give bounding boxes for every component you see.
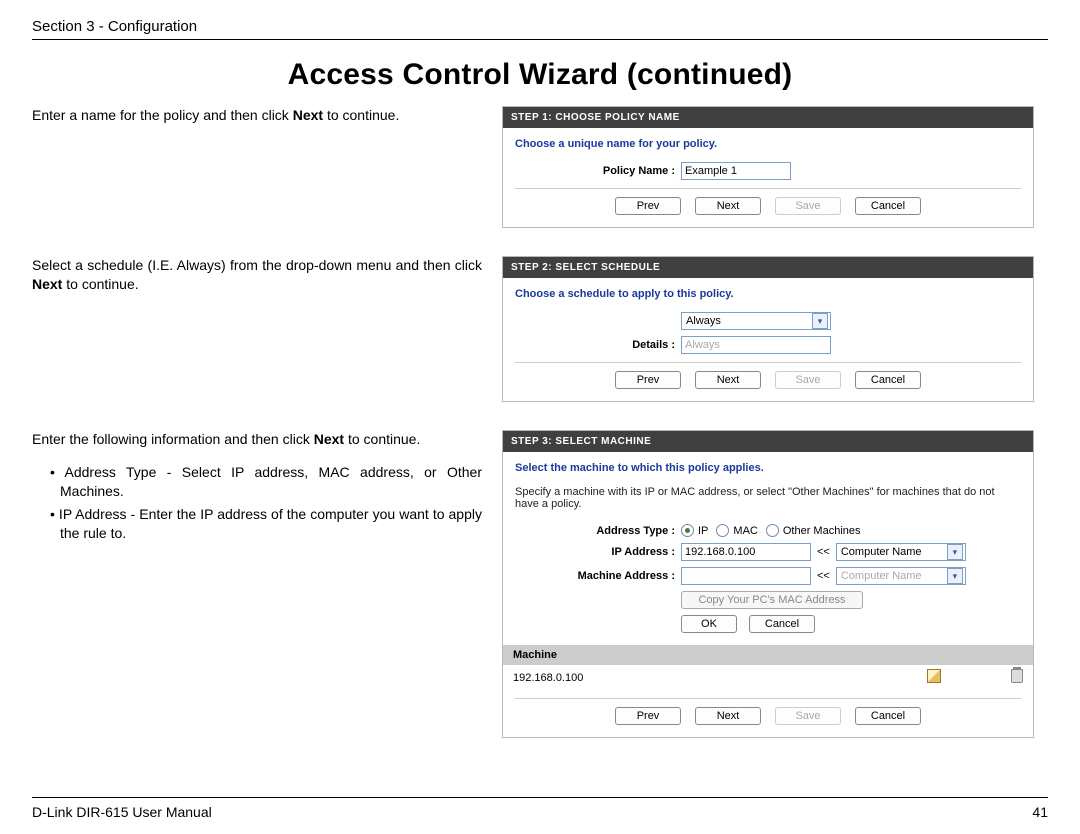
panel-prompt: Select the machine to which this policy … <box>515 462 1021 474</box>
next-button[interactable]: Next <box>695 371 761 389</box>
select-value: Computer Name <box>841 546 922 558</box>
copy-mac-button: Copy Your PC's MAC Address <box>681 591 863 609</box>
bullet-ip-address: • IP Address - Enter the IP address of t… <box>32 505 482 543</box>
row-step2: Select a schedule (I.E. Always) from the… <box>32 256 1048 402</box>
panel-header: STEP 3: SELECT MACHINE <box>503 431 1033 452</box>
radio-other[interactable]: Other Machines <box>766 524 861 537</box>
text-bold: Next <box>32 276 62 292</box>
cancel-button[interactable]: Cancel <box>855 197 921 215</box>
text-bold: Next <box>314 431 344 447</box>
table-row: 192.168.0.100 <box>503 665 1033 690</box>
panel-prompt: Choose a unique name for your policy. <box>515 138 1021 150</box>
ip-address-input[interactable] <box>681 543 811 561</box>
schedule-select[interactable]: Always ▾ <box>681 312 831 330</box>
ok-button[interactable]: OK <box>681 615 737 633</box>
row-step3: Enter the following information and then… <box>32 430 1048 738</box>
instruction-step1: Enter a name for the policy and then cli… <box>32 106 502 125</box>
panel-header: STEP 2: SELECT SCHEDULE <box>503 257 1033 278</box>
details-value <box>681 336 831 354</box>
cancel-button[interactable]: Cancel <box>855 707 921 725</box>
footer: D-Link DIR-615 User Manual 41 <box>32 797 1048 820</box>
next-button[interactable]: Next <box>695 707 761 725</box>
text-bold: Next <box>293 107 323 123</box>
machine-table-header: Machine <box>503 645 1033 665</box>
table-cell-ip: 192.168.0.100 <box>513 672 927 684</box>
panel-prompt: Choose a schedule to apply to this polic… <box>515 288 1021 300</box>
page-title: Access Control Wizard (continued) <box>32 58 1048 92</box>
trash-icon[interactable] <box>1011 669 1023 686</box>
text: to continue. <box>323 107 399 123</box>
machine-address-input <box>681 567 811 585</box>
save-button: Save <box>775 371 841 389</box>
radio-label: MAC <box>733 525 757 537</box>
prev-button[interactable]: Prev <box>615 707 681 725</box>
radio-dot-icon <box>766 524 779 537</box>
machine-address-label: Machine Address : <box>515 570 681 582</box>
panel-step1: STEP 1: CHOOSE POLICY NAME Choose a uniq… <box>502 106 1034 228</box>
radio-label: Other Machines <box>783 525 861 537</box>
footer-page-number: 41 <box>1032 804 1048 820</box>
ip-address-label: IP Address : <box>515 546 681 558</box>
radio-label: IP <box>698 525 708 537</box>
prev-button[interactable]: Prev <box>615 371 681 389</box>
radio-dot-icon <box>681 524 694 537</box>
chevron-down-icon: ▾ <box>947 544 963 560</box>
policy-name-label: Policy Name : <box>515 165 681 177</box>
save-button: Save <box>775 197 841 215</box>
policy-name-input[interactable] <box>681 162 791 180</box>
details-label: Details : <box>515 339 681 351</box>
text: Enter a name for the policy and then cli… <box>32 107 293 123</box>
chevron-down-icon: ▾ <box>947 568 963 584</box>
radio-ip[interactable]: IP <box>681 524 708 537</box>
footer-left: D-Link DIR-615 User Manual <box>32 804 212 820</box>
cancel-button[interactable]: Cancel <box>855 371 921 389</box>
bullet-address-type: • Address Type - Select IP address, MAC … <box>32 463 482 501</box>
panel-step3: STEP 3: SELECT MACHINE Select the machin… <box>502 430 1034 738</box>
section-label: Section 3 - Configuration <box>32 18 197 35</box>
section-header: Section 3 - Configuration <box>32 18 1048 40</box>
chevron-down-icon: ▾ <box>812 313 828 329</box>
instruction-step2: Select a schedule (I.E. Always) from the… <box>32 256 502 294</box>
radio-mac[interactable]: MAC <box>716 524 757 537</box>
arrow-label: << <box>817 546 830 558</box>
prev-button[interactable]: Prev <box>615 197 681 215</box>
ip-computer-select[interactable]: Computer Name ▾ <box>836 543 966 561</box>
text: Select a schedule (I.E. Always) from the… <box>32 257 482 273</box>
panel-desc: Specify a machine with its IP or MAC add… <box>515 486 1021 510</box>
cancel-small-button[interactable]: Cancel <box>749 615 815 633</box>
mac-computer-select: Computer Name ▾ <box>836 567 966 585</box>
radio-dot-icon <box>716 524 729 537</box>
text: to continue. <box>62 276 138 292</box>
edit-icon[interactable] <box>927 669 941 686</box>
panel-header: STEP 1: CHOOSE POLICY NAME <box>503 107 1033 128</box>
arrow-label: << <box>817 570 830 582</box>
next-button[interactable]: Next <box>695 197 761 215</box>
select-value: Always <box>686 315 721 327</box>
panel-step2: STEP 2: SELECT SCHEDULE Choose a schedul… <box>502 256 1034 402</box>
select-value: Computer Name <box>841 570 922 582</box>
address-type-label: Address Type : <box>515 525 681 537</box>
row-step1: Enter a name for the policy and then cli… <box>32 106 1048 228</box>
instruction-step3: Enter the following information and then… <box>32 430 502 542</box>
text: Enter the following information and then… <box>32 431 314 447</box>
text: to continue. <box>344 431 420 447</box>
save-button: Save <box>775 707 841 725</box>
